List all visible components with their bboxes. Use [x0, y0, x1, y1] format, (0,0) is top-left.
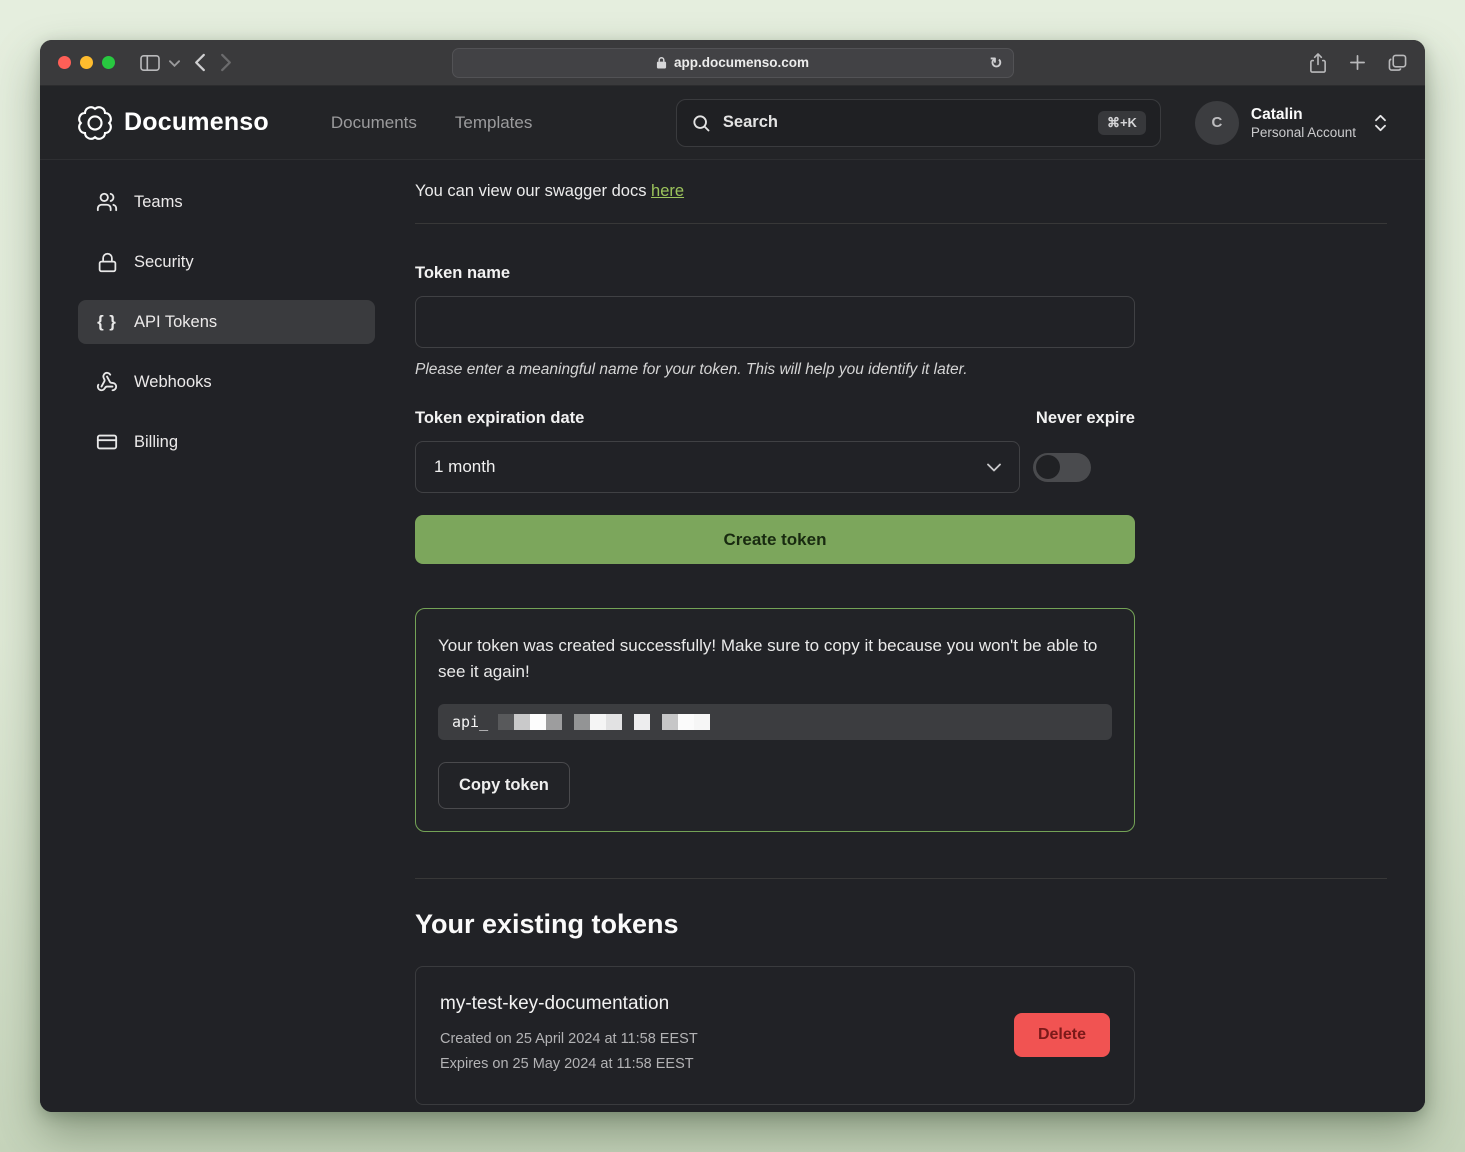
brand-logo[interactable]: Documenso: [78, 106, 269, 140]
app-header: Documenso Documents Templates Search ⌘+K…: [40, 86, 1425, 160]
minimize-window-button[interactable]: [80, 56, 93, 69]
brand-name: Documenso: [124, 108, 269, 137]
browser-chrome: app.documenso.com ↻: [40, 40, 1425, 86]
sidebar-item-label: Security: [134, 253, 194, 272]
divider: [415, 878, 1387, 879]
account-name: Catalin: [1251, 105, 1356, 124]
chevron-down-icon[interactable]: [169, 59, 180, 67]
never-expire-toggle[interactable]: [1033, 453, 1091, 482]
swagger-docs-link[interactable]: here: [651, 182, 684, 200]
copy-token-button[interactable]: Copy token: [438, 762, 570, 809]
token-name-help: Please enter a meaningful name for your …: [415, 361, 1135, 379]
search-shortcut-badge: ⌘+K: [1098, 111, 1146, 135]
sidebar-item-security[interactable]: Security: [78, 240, 375, 284]
token-prefix: api_: [452, 713, 488, 731]
account-type: Personal Account: [1251, 125, 1356, 140]
toggle-knob: [1036, 455, 1060, 479]
url-bar[interactable]: app.documenso.com ↻: [452, 48, 1014, 78]
zoom-window-button[interactable]: [102, 56, 115, 69]
sidebar-item-label: Billing: [134, 433, 178, 452]
create-token-button[interactable]: Create token: [415, 515, 1135, 564]
divider: [415, 223, 1387, 224]
expiration-select[interactable]: 1 month: [415, 441, 1020, 493]
users-icon: [95, 191, 119, 213]
token-name-label: Token name: [415, 264, 1135, 283]
expiration-selected-value: 1 month: [434, 457, 495, 477]
sidebar-item-label: Teams: [134, 193, 183, 212]
back-button[interactable]: [194, 53, 206, 72]
token-expiration-label: Token expiration date: [415, 409, 584, 428]
nav-templates[interactable]: Templates: [455, 113, 532, 133]
close-window-button[interactable]: [58, 56, 71, 69]
webhook-icon: [95, 371, 119, 393]
redacted-token-value: [498, 714, 710, 730]
token-expires-date: Expires on 25 May 2024 at 11:58 EEST: [440, 1052, 698, 1077]
sidebar-item-label: API Tokens: [134, 313, 217, 332]
sidebar-item-label: Webhooks: [134, 373, 212, 392]
sidebar-item-webhooks[interactable]: Webhooks: [78, 360, 375, 404]
reload-icon[interactable]: ↻: [990, 54, 1003, 72]
token-created-panel: Your token was created successfully! Mak…: [415, 608, 1135, 832]
sidebar-toggle-icon[interactable]: [139, 54, 161, 72]
braces-icon: { }: [95, 312, 119, 332]
account-menu[interactable]: C Catalin Personal Account: [1195, 101, 1387, 145]
chevron-up-down-icon: [1374, 114, 1387, 132]
search-input[interactable]: Search ⌘+K: [676, 99, 1161, 147]
app-root: Documenso Documents Templates Search ⌘+K…: [40, 86, 1425, 1112]
chevron-down-icon: [987, 463, 1001, 472]
token-created-message: Your token was created successfully! Mak…: [438, 633, 1112, 684]
token-name: my-test-key-documentation: [440, 993, 698, 1015]
documenso-logo-icon: [78, 106, 112, 140]
tab-overview-icon[interactable]: [1388, 54, 1407, 72]
ssl-lock-icon: [656, 56, 667, 69]
existing-tokens-heading: Your existing tokens: [415, 909, 1387, 940]
settings-sidebar: Teams Security { } API Tokens Webhoo: [78, 174, 375, 1105]
existing-token-card: my-test-key-documentation Created on 25 …: [415, 966, 1135, 1105]
forward-button[interactable]: [220, 53, 232, 72]
browser-window: app.documenso.com ↻: [40, 40, 1425, 1112]
sidebar-item-api-tokens[interactable]: { } API Tokens: [78, 300, 375, 344]
token-name-input[interactable]: [415, 296, 1135, 348]
new-tab-icon[interactable]: [1349, 54, 1366, 71]
delete-token-button[interactable]: Delete: [1014, 1013, 1110, 1057]
sidebar-item-billing[interactable]: Billing: [78, 420, 375, 464]
search-label: Search: [723, 113, 778, 132]
share-icon[interactable]: [1309, 53, 1327, 73]
traffic-lights: [58, 56, 115, 69]
nav-documents[interactable]: Documents: [331, 113, 417, 133]
never-expire-label: Never expire: [1036, 409, 1135, 428]
api-tokens-page: You can view our swagger docs here Token…: [415, 174, 1387, 1105]
sidebar-item-teams[interactable]: Teams: [78, 180, 375, 224]
lock-icon: [95, 252, 119, 273]
token-value-field[interactable]: api_: [438, 704, 1112, 740]
token-created-date: Created on 25 April 2024 at 11:58 EEST: [440, 1027, 698, 1052]
main-nav: Documents Templates: [331, 113, 532, 133]
url-text: app.documenso.com: [674, 55, 809, 70]
swagger-docs-line: You can view our swagger docs here: [415, 182, 1387, 201]
avatar: C: [1195, 101, 1239, 145]
search-icon: [691, 113, 711, 133]
credit-card-icon: [95, 431, 119, 453]
